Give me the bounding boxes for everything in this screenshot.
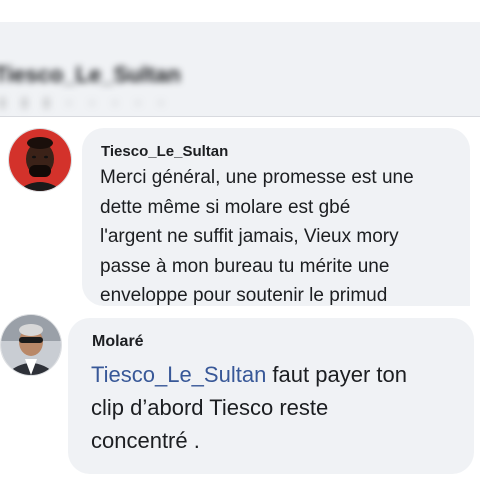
avatar-tiesco[interactable]: [8, 128, 72, 192]
comment-line-rest: faut payer ton: [266, 362, 407, 387]
divider: [0, 116, 480, 117]
comment-line: clip d’abord Tiesco reste: [91, 395, 329, 420]
comment-line: concentré .: [91, 428, 200, 453]
comment-text-tiesco: Merci général, une promesse est une dett…: [100, 163, 465, 311]
comment-line: passe à mon bureau tu mérite une: [100, 255, 390, 277]
previous-comment-meta: ı ı ı · · · · ·: [0, 92, 170, 112]
top-bar: [0, 0, 480, 23]
comment-text-molare: Tiesco_Le_Sultan faut payer ton clip d’a…: [91, 358, 471, 457]
comment-line: dette même si molare est gbé: [100, 196, 351, 218]
comment-author-molare[interactable]: Molaré: [92, 333, 144, 351]
avatar-molare[interactable]: [0, 314, 62, 376]
comment-line: Tiesco_Le_Sultan faut payer ton: [91, 358, 471, 391]
comment-line: l'argent ne suffit jamais, Vieux mory: [100, 226, 399, 247]
comment-line: enveloppe pour soutenir le primud: [100, 285, 388, 306]
mention-link[interactable]: Tiesco_Le_Sultan: [91, 362, 266, 387]
previous-comment-author: Tiesco_Le_Sultan: [0, 62, 181, 87]
comment-author-tiesco[interactable]: Tiesco_Le_Sultan: [101, 143, 228, 160]
comment-line: Merci général, une promesse est une: [100, 167, 414, 188]
